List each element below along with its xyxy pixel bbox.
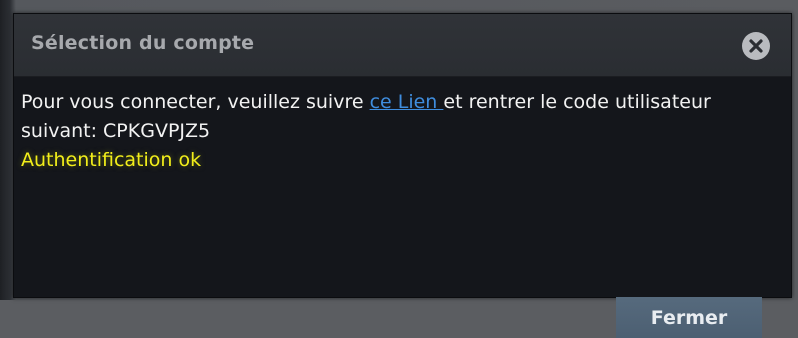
close-icon[interactable]	[742, 32, 770, 60]
auth-status-text: Authentification ok	[21, 149, 202, 171]
dialog-title: Sélection du compte	[31, 32, 255, 54]
dialog-body: Pour vous connecter, veuillez suivre ce …	[14, 77, 791, 338]
dialog-message: Pour vous connecter, veuillez suivre ce …	[21, 88, 781, 175]
account-selection-dialog: Sélection du compte Pour vous connecter,…	[13, 13, 792, 338]
dialog-titlebar: Sélection du compte	[14, 14, 791, 77]
message-prefix: Pour vous connecter, veuillez suivre	[21, 91, 370, 113]
connection-link[interactable]: ce Lien	[370, 91, 444, 113]
close-button[interactable]: Fermer	[616, 297, 762, 338]
